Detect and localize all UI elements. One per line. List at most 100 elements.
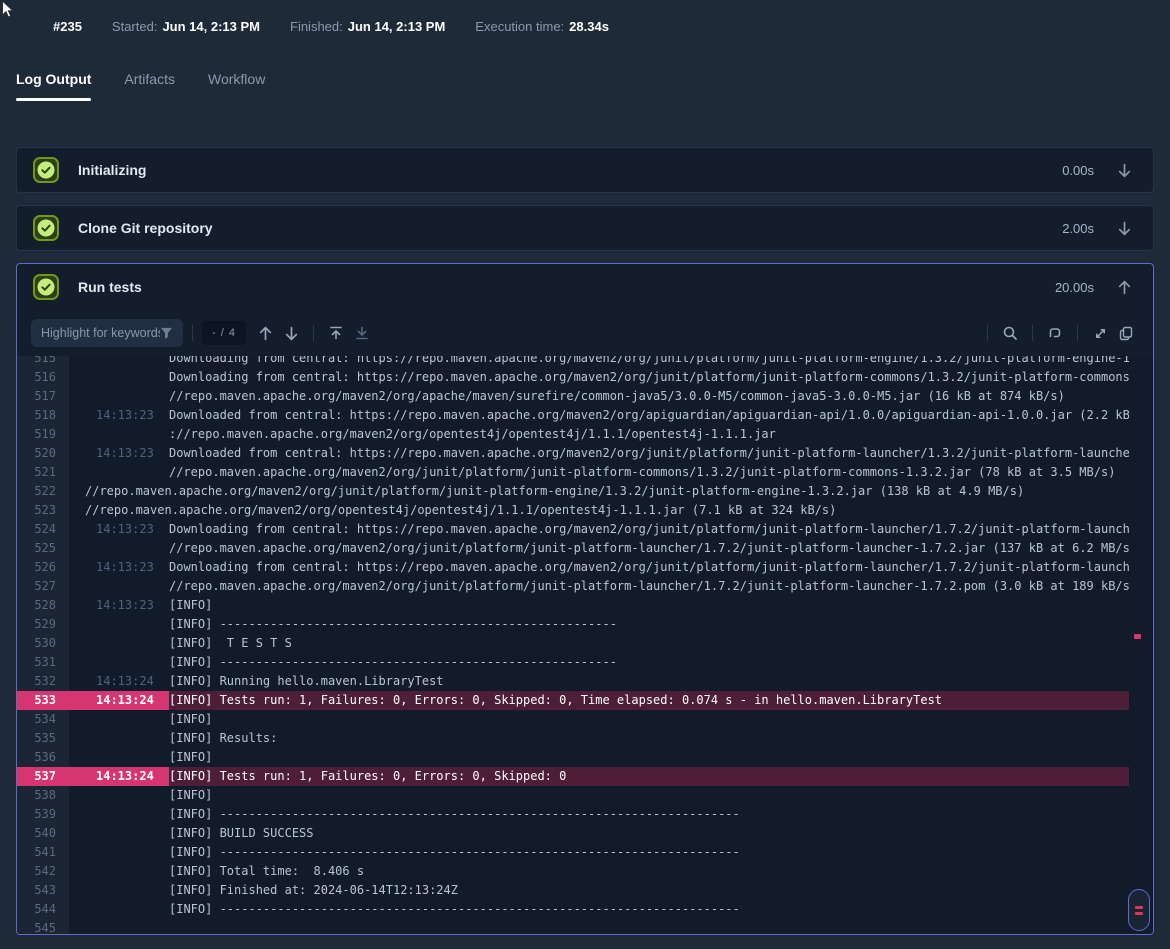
log-output-area[interactable]: 515 Downloading from central: https://re… xyxy=(17,356,1153,934)
line-number: 517 xyxy=(17,387,69,406)
line-timestamp xyxy=(69,786,169,805)
line-timestamp xyxy=(69,919,169,934)
pipeline-steps: Initializing 0.00s Clone Git repository … xyxy=(0,147,1170,935)
filter-funnel-icon[interactable] xyxy=(160,327,173,340)
line-timestamp xyxy=(69,615,169,634)
toolbar-divider xyxy=(987,325,988,341)
tab-workflow[interactable]: Workflow xyxy=(208,71,265,101)
next-match-down-arrow-icon[interactable] xyxy=(278,320,304,346)
line-number: 516 xyxy=(17,368,69,387)
line-message: //repo.maven.apache.org/maven2/org/opent… xyxy=(69,501,1129,520)
success-check-icon xyxy=(33,215,59,241)
line-message: //repo.maven.apache.org/maven2/org/apach… xyxy=(169,387,1129,406)
log-line: 534 [INFO] xyxy=(17,710,1153,729)
line-message: [INFO] Results: xyxy=(169,729,1129,748)
log-line: 521 //repo.maven.apache.org/maven2/org/j… xyxy=(17,463,1153,482)
started-label: Started: xyxy=(112,19,158,34)
wrap-lines-icon[interactable] xyxy=(1042,320,1068,346)
step-duration: 0.00s xyxy=(1062,163,1094,178)
expand-icon[interactable] xyxy=(1087,320,1113,346)
expand-step-arrow-down-icon[interactable] xyxy=(1115,161,1133,179)
log-line: 519 ://repo.maven.apache.org/maven2/org/… xyxy=(17,425,1153,444)
started-value: Jun 14, 2:13 PM xyxy=(162,19,260,34)
line-number: 527 xyxy=(17,577,69,596)
execution-time-label: Execution time: xyxy=(475,19,564,34)
highlight-keywords-input[interactable]: Highlight for keywords xyxy=(31,319,183,347)
finished-value: Jun 14, 2:13 PM xyxy=(348,19,446,34)
toolbar-divider xyxy=(1032,325,1033,341)
line-timestamp xyxy=(69,425,169,444)
log-line: 543 [INFO] Finished at: 2024-06-14T12:13… xyxy=(17,881,1153,900)
line-message: [INFO] xyxy=(169,748,1129,767)
line-message: Downloading from central: https://repo.m… xyxy=(169,520,1129,539)
line-timestamp xyxy=(69,843,169,862)
tab-artifacts[interactable]: Artifacts xyxy=(124,71,175,101)
line-message: [INFO] Running hello.maven.LibraryTest xyxy=(169,672,1129,691)
line-timestamp: 14:13:23 xyxy=(69,444,169,463)
success-check-icon xyxy=(33,157,59,183)
line-timestamp xyxy=(69,387,169,406)
log-line: 538 [INFO] xyxy=(17,786,1153,805)
log-line: 517 //repo.maven.apache.org/maven2/org/a… xyxy=(17,387,1153,406)
line-number: 541 xyxy=(17,843,69,862)
log-line: 539 [INFO] -----------------------------… xyxy=(17,805,1153,824)
expand-step-arrow-down-icon[interactable] xyxy=(1115,219,1133,237)
log-line: 528 14:13:23 [INFO] xyxy=(17,596,1153,615)
line-message: Downloading from central: https://repo.m… xyxy=(169,356,1129,368)
finished-label: Finished: xyxy=(290,19,343,34)
match-dash-icon xyxy=(1135,912,1143,915)
log-line: 536 [INFO] xyxy=(17,748,1153,767)
line-timestamp: 14:13:24 xyxy=(69,767,169,786)
step-run-tests-header[interactable]: Run tests 20.00s xyxy=(17,264,1153,310)
tab-log-output[interactable]: Log Output xyxy=(16,71,91,101)
line-message: //repo.maven.apache.org/maven2/org/junit… xyxy=(169,577,1129,596)
line-timestamp xyxy=(69,463,169,482)
line-message xyxy=(169,919,1129,934)
line-timestamp xyxy=(69,653,169,672)
copy-icon[interactable] xyxy=(1113,320,1139,346)
log-line: 544 [INFO] -----------------------------… xyxy=(17,900,1153,919)
success-check-icon xyxy=(33,274,59,300)
run-number: #235 xyxy=(53,19,82,34)
log-line: 529 [INFO] -----------------------------… xyxy=(17,615,1153,634)
line-timestamp xyxy=(69,539,169,558)
line-timestamp: 14:13:23 xyxy=(69,406,169,425)
line-number: 524 xyxy=(17,520,69,539)
log-line: 540 [INFO] BUILD SUCCESS xyxy=(17,824,1153,843)
scrollbar-matches-pill[interactable] xyxy=(1128,889,1150,931)
line-number: 540 xyxy=(17,824,69,843)
collapse-step-arrow-up-icon[interactable] xyxy=(1115,278,1133,296)
log-line: 525 //repo.maven.apache.org/maven2/org/j… xyxy=(17,539,1153,558)
line-message: [INFO] Tests run: 1, Failures: 0, Errors… xyxy=(169,691,1129,710)
scroll-to-bottom-icon[interactable] xyxy=(349,320,375,346)
scroll-to-top-icon[interactable] xyxy=(323,320,349,346)
log-line: 542 [INFO] Total time: 8.406 s xyxy=(17,862,1153,881)
step-run-tests-panel: Run tests 20.00s Highlight for keywords … xyxy=(16,263,1154,935)
log-line: 520 14:13:23 Downloaded from central: ht… xyxy=(17,444,1153,463)
line-number: 528 xyxy=(17,596,69,615)
log-toolbar: Highlight for keywords - / 4 xyxy=(17,310,1153,356)
log-line: 526 14:13:23 Downloading from central: h… xyxy=(17,558,1153,577)
line-message: //repo.maven.apache.org/maven2/org/junit… xyxy=(69,482,1129,501)
line-timestamp: 14:13:23 xyxy=(69,558,169,577)
line-timestamp xyxy=(69,748,169,767)
line-message: Downloaded from central: https://repo.ma… xyxy=(169,444,1129,463)
line-message: [INFO] xyxy=(169,596,1129,615)
log-line: 522 //repo.maven.apache.org/maven2/org/j… xyxy=(17,482,1153,501)
line-number: 533 xyxy=(17,691,69,710)
log-line: 524 14:13:23 Downloading from central: h… xyxy=(17,520,1153,539)
line-timestamp: 14:13:24 xyxy=(69,691,169,710)
line-message: Downloading from central: https://repo.m… xyxy=(169,558,1129,577)
step-initializing[interactable]: Initializing 0.00s xyxy=(16,147,1154,193)
match-counter: - / 4 xyxy=(202,321,246,345)
finished-group: Finished: Jun 14, 2:13 PM xyxy=(290,19,445,34)
step-clone-git-repository[interactable]: Clone Git repository 2.00s xyxy=(16,205,1154,251)
log-line: 545 xyxy=(17,919,1153,934)
line-message: [INFO] Finished at: 2024-06-14T12:13:24Z xyxy=(169,881,1129,900)
log-line: 515 Downloading from central: https://re… xyxy=(17,356,1153,368)
search-icon[interactable] xyxy=(997,320,1023,346)
line-message: [INFO] Total time: 8.406 s xyxy=(169,862,1129,881)
prev-match-up-arrow-icon[interactable] xyxy=(252,320,278,346)
log-line: 523 //repo.maven.apache.org/maven2/org/o… xyxy=(17,501,1153,520)
line-number: 521 xyxy=(17,463,69,482)
